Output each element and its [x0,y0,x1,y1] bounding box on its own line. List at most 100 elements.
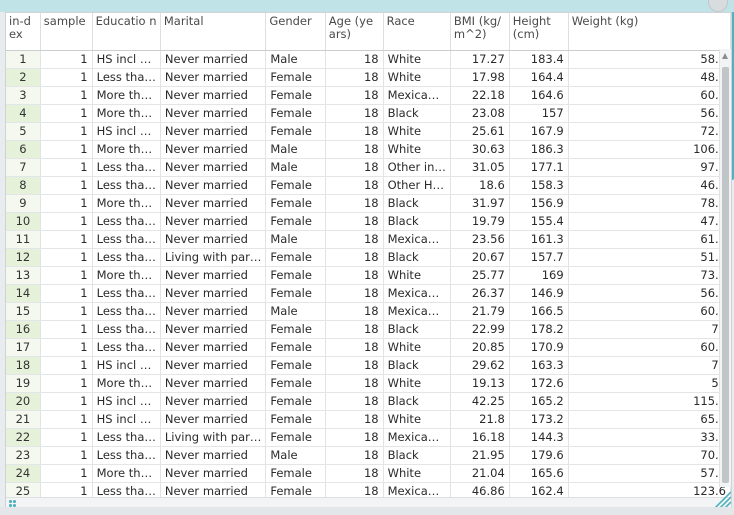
table-cell[interactable]: Black [383,248,451,267]
column-header[interactable]: Age (years) [325,13,384,51]
table-cell[interactable]: Never married [160,86,267,105]
table-cell[interactable]: 18 [325,248,384,267]
row-index-cell[interactable]: 17 [6,338,41,357]
scrollbar-thumb[interactable] [722,67,729,483]
table-cell[interactable]: Less tha… [92,320,161,339]
table-cell[interactable]: 172.6 [509,374,569,393]
table-row[interactable]: 24 1 More th… Never married Female 18 White 21.… [6,464,731,483]
row-index-cell[interactable]: 13 [6,266,41,285]
table-cell[interactable]: Black [383,356,451,375]
table-cell[interactable]: More th… [92,86,161,105]
column-header[interactable]: Marital [160,13,267,51]
table-row[interactable]: 23 1 Less tha… Never married Male 18 Black 21.9… [6,446,731,465]
table-cell[interactable]: Female [265,428,326,447]
table-cell[interactable]: 60.1 [568,86,731,105]
table-row[interactable]: 7 1 Less tha… Never married Male 18 Other in… 3… [6,158,731,177]
column-header[interactable]: Weight (kg) [568,13,731,51]
row-index-cell[interactable]: 24 [6,464,41,483]
table-cell[interactable]: 21.95 [450,446,510,465]
table-row[interactable]: 19 1 More th… Never married Female 18 White 19.… [6,374,731,393]
table-cell[interactable]: 47.8 [568,212,731,231]
table-cell[interactable]: 167.9 [509,122,569,141]
table-cell[interactable]: 33.7 [568,428,731,447]
column-header[interactable]: in-dex [6,13,41,51]
table-cell[interactable]: Black [383,194,451,213]
table-cell[interactable]: HS incl … [92,356,161,375]
table-cell[interactable]: 1 [40,140,93,159]
table-cell[interactable]: 72.2 [568,122,731,141]
table-cell[interactable]: Black [383,104,451,123]
table-cell[interactable]: 1 [40,68,93,87]
table-row[interactable]: 9 1 More th… Never married Female 18 Black 31.9… [6,194,731,213]
table-cell[interactable]: Never married [160,140,267,159]
table-cell[interactable]: 1 [40,158,93,177]
close-icon[interactable] [708,0,728,12]
row-index-cell[interactable]: 12 [6,248,41,267]
table-cell[interactable]: Never married [160,284,267,303]
table-cell[interactable]: HS incl … [92,122,161,141]
table-cell[interactable]: 1 [40,302,93,321]
table-cell[interactable]: 158.3 [509,176,569,195]
table-cell[interactable]: 1 [40,428,93,447]
row-index-cell[interactable]: 16 [6,320,41,339]
table-cell[interactable]: 144.3 [509,428,569,447]
table-cell[interactable]: More th… [92,194,161,213]
row-index-cell[interactable]: 18 [6,356,41,375]
table-cell[interactable]: White [383,50,451,69]
row-index-cell[interactable]: 4 [6,104,41,123]
table-cell[interactable]: 161.3 [509,230,569,249]
table-cell[interactable]: Female [265,338,326,357]
table-cell[interactable]: Less tha… [92,230,161,249]
row-index-cell[interactable]: 1 [6,50,41,69]
table-row[interactable]: 11 1 Less tha… Never married Male 18 Mexica… 23… [6,230,731,249]
table-cell[interactable]: 163.3 [509,356,569,375]
row-index-cell[interactable]: 2 [6,68,41,87]
table-cell[interactable]: Less tha… [92,176,161,195]
table-cell[interactable]: Female [265,122,326,141]
table-cell[interactable]: 146.9 [509,284,569,303]
table-cell[interactable]: Mexica… [383,230,451,249]
table-cell[interactable]: Male [265,158,326,177]
table-cell[interactable]: Living with par… [160,248,267,267]
table-cell[interactable]: 21.8 [450,410,510,429]
table-cell[interactable]: Female [265,104,326,123]
table-row[interactable]: 21 1 HS incl … Never married Female 18 White 21… [6,410,731,429]
table-cell[interactable]: 18 [325,104,384,123]
row-index-cell[interactable]: 5 [6,122,41,141]
table-cell[interactable]: 79 [568,356,731,375]
table-cell[interactable]: 1 [40,464,93,483]
table-cell[interactable]: Less tha… [92,158,161,177]
row-index-cell[interactable]: 20 [6,392,41,411]
table-cell[interactable]: Never married [160,374,267,393]
row-index-cell[interactable]: 3 [6,86,41,105]
table-row[interactable]: 17 1 Less tha… Never married Female 18 White 20… [6,338,731,357]
table-cell[interactable]: Less tha… [92,248,161,267]
table-row[interactable]: 10 1 Less tha… Never married Female 18 Black 19… [6,212,731,231]
table-cell[interactable]: Never married [160,446,267,465]
table-cell[interactable]: White [383,464,451,483]
table-cell[interactable]: 1 [40,392,93,411]
table-cell[interactable]: White [383,374,451,393]
table-cell[interactable]: 78.7 [568,194,731,213]
table-row[interactable]: 6 1 More th… Never married Male 18 White 30.63 1… [6,140,731,159]
table-cell[interactable]: 18 [325,428,384,447]
table-cell[interactable]: White [383,122,451,141]
table-cell[interactable]: HS incl … [92,392,161,411]
table-cell[interactable]: 60.9 [568,338,731,357]
table-cell[interactable]: 115.3 [568,392,731,411]
table-cell[interactable]: 18 [325,284,384,303]
table-cell[interactable]: 19.79 [450,212,510,231]
table-cell[interactable]: 1 [40,320,93,339]
table-cell[interactable]: 1 [40,266,93,285]
scroll-up-arrow-icon[interactable] [722,53,728,59]
resize-handle-icon[interactable] [713,490,731,508]
table-cell[interactable]: 1 [40,194,93,213]
table-cell[interactable]: 1 [40,50,93,69]
table-cell[interactable]: Black [383,212,451,231]
table-cell[interactable]: 73.6 [568,266,731,285]
row-index-cell[interactable]: 23 [6,446,41,465]
table-cell[interactable]: Never married [160,266,267,285]
table-cell[interactable]: Male [265,302,326,321]
table-cell[interactable]: 51.4 [568,248,731,267]
table-cell[interactable]: 1 [40,176,93,195]
